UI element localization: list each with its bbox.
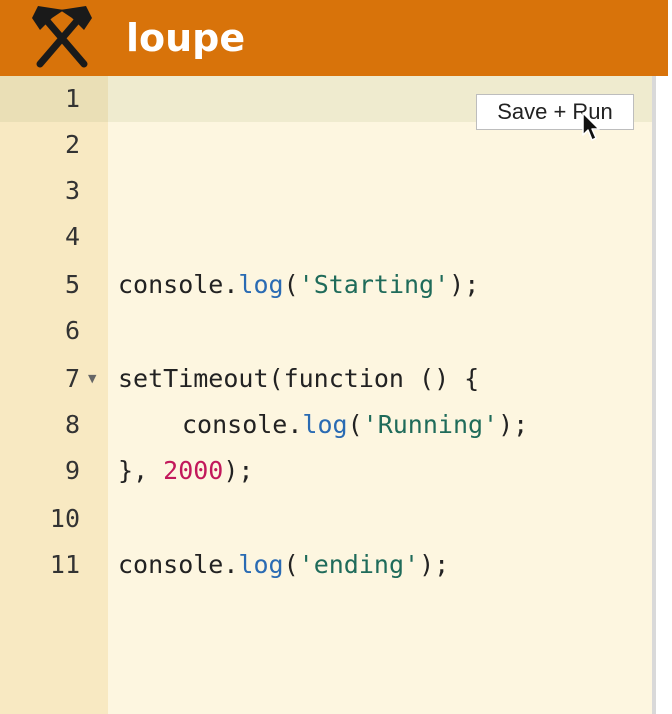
save-run-button[interactable]: Save + Run [476,94,634,130]
code-token-object: console. [118,550,239,579]
line-number: 1 [64,84,80,113]
mouse-pointer-icon [582,112,600,141]
line-number: 4 [64,222,80,251]
app-header: loupe [0,0,668,76]
code-token-punct: ( [283,550,299,579]
code-token-string: 'ending' [298,550,420,579]
code-line[interactable]: 7 ▼ setTimeout(function () { [0,356,652,402]
code-token-punct: }, [118,456,164,485]
code-line[interactable]: 11 console.log('ending'); [0,542,652,588]
code-token-punct: ( [283,270,299,299]
code-token-punct: ); [498,410,529,439]
code-token-method: log [302,410,348,439]
code-token-number: 2000 [163,456,224,485]
code-token-punct: ); [419,550,450,579]
code-line[interactable]: 9 }, 2000); [0,448,652,494]
line-number: 11 [49,550,80,579]
line-number: 6 [64,316,80,345]
line-number: 10 [49,504,80,533]
line-number: 8 [64,410,80,439]
code-token-object: console. [182,410,303,439]
code-line[interactable]: 3 [0,168,652,214]
line-number: 5 [64,270,80,299]
code-token-string: 'Starting' [298,270,450,299]
line-number: 9 [64,456,80,485]
code-token-punct: ); [449,270,480,299]
code-text[interactable]: console.log('Running'); [182,402,528,448]
code-line[interactable]: 4 [0,214,652,260]
crossed-hammers-icon [32,6,92,68]
line-number: 2 [64,130,80,159]
fold-toggle-icon[interactable]: ▼ [88,356,96,402]
code-token-punct: ( [347,410,363,439]
code-line[interactable]: 10 [0,496,652,542]
line-number: 3 [64,176,80,205]
line-number: 7 [64,364,80,393]
code-text[interactable]: }, 2000); [118,448,253,494]
code-line[interactable]: 8 console.log('Running'); [0,402,652,448]
code-token-object: console. [118,270,239,299]
code-token-method: log [238,550,284,579]
code-text[interactable]: console.log('Starting'); [118,262,479,308]
editor-scrollbar[interactable] [652,76,656,714]
code-text[interactable]: console.log('ending'); [118,542,449,588]
code-token-method: log [238,270,284,299]
code-line[interactable]: 6 [0,308,652,354]
app-title: loupe [126,16,246,60]
app-window: loupe 1 2 3 4 5 console.log('Starting');… [0,0,672,714]
code-line[interactable]: 5 console.log('Starting'); [0,262,652,308]
code-token-string: 'Running' [362,410,499,439]
code-text[interactable]: setTimeout(function () { [118,356,479,402]
code-editor[interactable]: 1 2 3 4 5 console.log('Starting'); 6 7 ▼… [0,76,652,714]
code-token-punct: ); [223,456,254,485]
